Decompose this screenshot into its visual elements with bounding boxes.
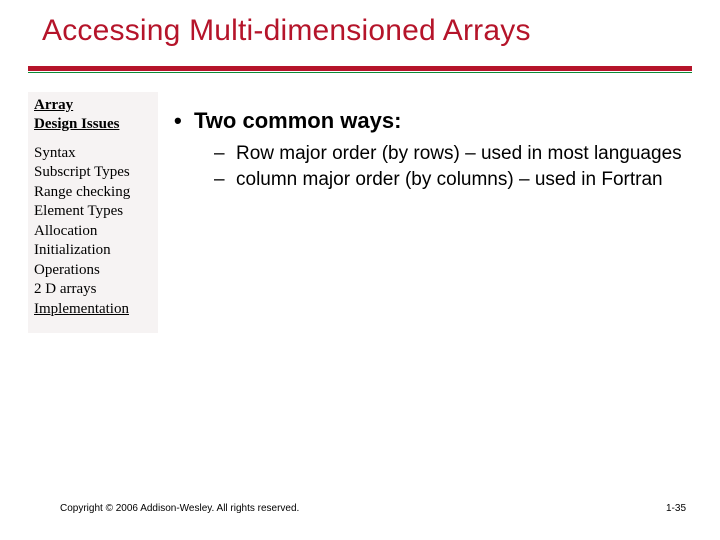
sidebar-item-allocation[interactable]: Allocation — [34, 222, 152, 242]
footer-page-number: 1-35 — [666, 503, 686, 514]
sidebar-item-initialization[interactable]: Initialization — [34, 241, 152, 261]
sidebar-item-operations[interactable]: Operations — [34, 261, 152, 281]
sidebar-item-syntax[interactable]: Syntax — [34, 144, 152, 164]
page-title: Accessing Multi-dimensioned Arrays — [42, 14, 531, 48]
sidebar-heading-line2: Design Issues — [34, 116, 119, 132]
content-area: Two common ways: Row major order (by row… — [172, 108, 692, 195]
footer-copyright: Copyright © 2006 Addison-Wesley. All rig… — [60, 503, 299, 514]
sub-column-major: column major order (by columns) – used i… — [172, 168, 692, 192]
sidebar-item-implementation[interactable]: Implementation — [34, 300, 152, 320]
sidebar-item-range-checking[interactable]: Range checking — [34, 183, 152, 203]
sidebar-heading[interactable]: Array Design Issues — [34, 96, 152, 134]
sidebar-item-element-types[interactable]: Element Types — [34, 202, 152, 222]
sidebar-item-2d-arrays[interactable]: 2 D arrays — [34, 280, 152, 300]
sidebar-item-subscript-types[interactable]: Subscript Types — [34, 163, 152, 183]
sub-row-major: Row major order (by rows) – used in most… — [172, 142, 692, 166]
sidebar-heading-line1: Array — [34, 97, 73, 113]
slide: Accessing Multi-dimensioned Arrays Array… — [0, 0, 720, 540]
sidebar: Array Design Issues Syntax Subscript Typ… — [28, 92, 158, 333]
bullet-main: Two common ways: — [172, 108, 692, 134]
